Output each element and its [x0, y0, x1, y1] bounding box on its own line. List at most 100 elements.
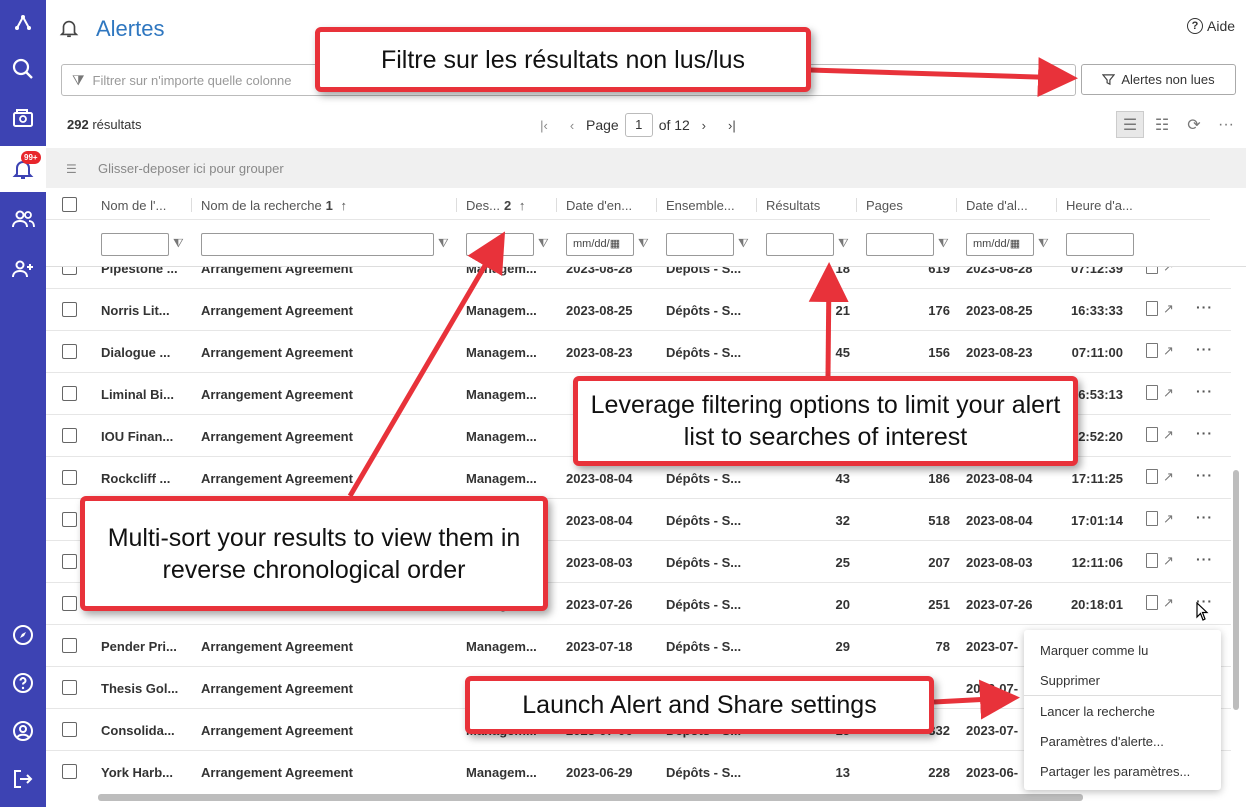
- menu-share-settings[interactable]: Partager les paramètres...: [1040, 764, 1190, 779]
- col-header-set[interactable]: Ensemble...: [666, 198, 751, 213]
- page-input[interactable]: 1: [624, 113, 653, 137]
- row-checkbox[interactable]: [62, 764, 77, 779]
- filter-results-input[interactable]: [766, 233, 834, 256]
- menu-alert-settings[interactable]: Paramètres d'alerte...: [1040, 734, 1164, 749]
- app-logo-icon[interactable]: [0, 0, 46, 46]
- document-icon[interactable]: [1146, 301, 1158, 316]
- search-icon[interactable]: [0, 46, 46, 92]
- table-row[interactable]: Pipestone ... Arrangement Agreement Manage…: [46, 267, 1231, 289]
- row-context-menu: Marquer comme lu Supprimer Lancer la rec…: [1024, 630, 1221, 790]
- last-page-icon[interactable]: ›|: [718, 118, 746, 133]
- grid-view-icon[interactable]: ☷: [1148, 111, 1176, 138]
- menu-delete[interactable]: Supprimer: [1040, 673, 1100, 688]
- column-filter-icon[interactable]: ⧨: [638, 236, 649, 251]
- filter-alert-time-input[interactable]: [1066, 233, 1134, 256]
- document-icon[interactable]: [1146, 553, 1158, 568]
- col-header-pages[interactable]: Pages: [866, 198, 951, 213]
- logout-icon[interactable]: [0, 756, 46, 802]
- users-icon[interactable]: [0, 196, 46, 242]
- row-checkbox[interactable]: [62, 267, 77, 275]
- column-filter-icon[interactable]: ⧨: [438, 236, 449, 251]
- document-icon[interactable]: [1146, 385, 1158, 400]
- row-more-icon[interactable]: ···: [1196, 299, 1213, 315]
- horizontal-scrollbar[interactable]: [98, 794, 1083, 801]
- col-header-results[interactable]: Résultats: [766, 198, 851, 213]
- account-icon[interactable]: [0, 708, 46, 754]
- list-view-icon[interactable]: ☰: [1116, 111, 1144, 138]
- document-icon[interactable]: [1146, 267, 1158, 274]
- row-more-icon[interactable]: ···: [1196, 383, 1213, 399]
- filter-set-input[interactable]: [666, 233, 734, 256]
- column-filter-icon[interactable]: ⧨: [173, 236, 184, 251]
- row-checkbox[interactable]: [62, 554, 77, 569]
- row-more-icon[interactable]: ···: [1196, 509, 1213, 525]
- column-filter-icon[interactable]: ⧨: [1038, 236, 1049, 251]
- compass-icon[interactable]: [0, 612, 46, 658]
- col-header-search[interactable]: Nom de la recherche 1 ↑: [201, 198, 401, 213]
- open-external-icon[interactable]: ↗: [1163, 427, 1174, 443]
- open-external-icon[interactable]: ↗: [1163, 595, 1174, 611]
- row-checkbox[interactable]: [62, 680, 77, 695]
- help-link[interactable]: ? Aide: [1187, 18, 1235, 34]
- open-external-icon[interactable]: ↗: [1163, 385, 1174, 401]
- folder-search-icon[interactable]: [0, 96, 46, 142]
- column-filter-icon[interactable]: ⧨: [938, 236, 949, 251]
- document-icon[interactable]: [1146, 469, 1158, 484]
- column-filter-icon[interactable]: ⧨: [838, 236, 849, 251]
- refresh-icon[interactable]: ⟳: [1180, 111, 1208, 138]
- add-user-icon[interactable]: [0, 246, 46, 292]
- filter-date-input[interactable]: mm/dd/▦: [566, 233, 634, 256]
- first-page-icon[interactable]: |‹: [530, 118, 558, 133]
- group-drop-zone[interactable]: ☰ Glisser-deposer ici pour grouper: [46, 148, 1246, 188]
- row-checkbox[interactable]: [62, 470, 77, 485]
- filter-name-input[interactable]: [101, 233, 169, 256]
- menu-mark-read[interactable]: Marquer comme lu: [1040, 643, 1148, 658]
- prev-page-icon[interactable]: ‹: [558, 118, 586, 133]
- cell-search: Arrangement Agreement: [201, 723, 353, 738]
- row-checkbox[interactable]: [62, 302, 77, 317]
- document-icon[interactable]: [1146, 343, 1158, 358]
- row-checkbox[interactable]: [62, 344, 77, 359]
- row-checkbox[interactable]: [62, 722, 77, 737]
- row-more-icon[interactable]: ···: [1196, 467, 1213, 483]
- open-external-icon[interactable]: ↗: [1163, 301, 1174, 317]
- row-checkbox[interactable]: [62, 386, 77, 401]
- row-checkbox[interactable]: [62, 428, 77, 443]
- open-external-icon[interactable]: ↗: [1163, 553, 1174, 569]
- help-circle-icon[interactable]: [0, 660, 46, 706]
- col-header-alert-date[interactable]: Date d'al...: [966, 198, 1051, 213]
- col-header-date[interactable]: Date d'en...: [566, 198, 651, 213]
- row-checkbox[interactable]: [62, 638, 77, 653]
- table-row[interactable]: Norris Lit... Arrangement Agreement Manage…: [46, 289, 1231, 331]
- open-external-icon[interactable]: ↗: [1163, 343, 1174, 359]
- open-external-icon[interactable]: ↗: [1163, 511, 1174, 527]
- document-icon[interactable]: [1146, 511, 1158, 526]
- vertical-scrollbar[interactable]: [1233, 470, 1239, 710]
- alerts-bell-icon[interactable]: 99+: [0, 146, 46, 192]
- row-checkbox[interactable]: [62, 512, 77, 527]
- row-more-icon[interactable]: ···: [1196, 551, 1213, 567]
- col-header-alert-time[interactable]: Heure d'a...: [1066, 198, 1151, 213]
- filter-alert-date-input[interactable]: mm/dd/▦: [966, 233, 1034, 256]
- row-more-icon[interactable]: ···: [1196, 267, 1213, 273]
- unread-alerts-button[interactable]: Alertes non lues: [1081, 64, 1236, 95]
- row-more-icon[interactable]: ···: [1196, 425, 1213, 441]
- filter-search-input[interactable]: [201, 233, 434, 256]
- more-options-icon[interactable]: ···: [1212, 111, 1240, 138]
- menu-run-search[interactable]: Lancer la recherche: [1040, 704, 1155, 719]
- col-header-name[interactable]: Nom de l'...: [101, 198, 183, 213]
- document-icon[interactable]: [1146, 595, 1158, 610]
- column-filter-icon[interactable]: ⧨: [738, 236, 749, 251]
- row-checkbox[interactable]: [62, 596, 77, 611]
- filter-pages-input[interactable]: [866, 233, 934, 256]
- open-external-icon[interactable]: ↗: [1163, 469, 1174, 485]
- select-all-checkbox[interactable]: [62, 197, 77, 212]
- document-icon[interactable]: [1146, 427, 1158, 442]
- col-header-desc[interactable]: Des... 2 ↑: [466, 198, 546, 213]
- filter-desc-input[interactable]: [466, 233, 534, 256]
- row-more-icon[interactable]: ···: [1196, 341, 1213, 357]
- open-external-icon[interactable]: ↗: [1163, 267, 1174, 275]
- column-filter-icon[interactable]: ⧨: [538, 236, 549, 251]
- table-row[interactable]: Dialogue ... Arrangement Agreement Managem…: [46, 331, 1231, 373]
- next-page-icon[interactable]: ›: [690, 118, 718, 133]
